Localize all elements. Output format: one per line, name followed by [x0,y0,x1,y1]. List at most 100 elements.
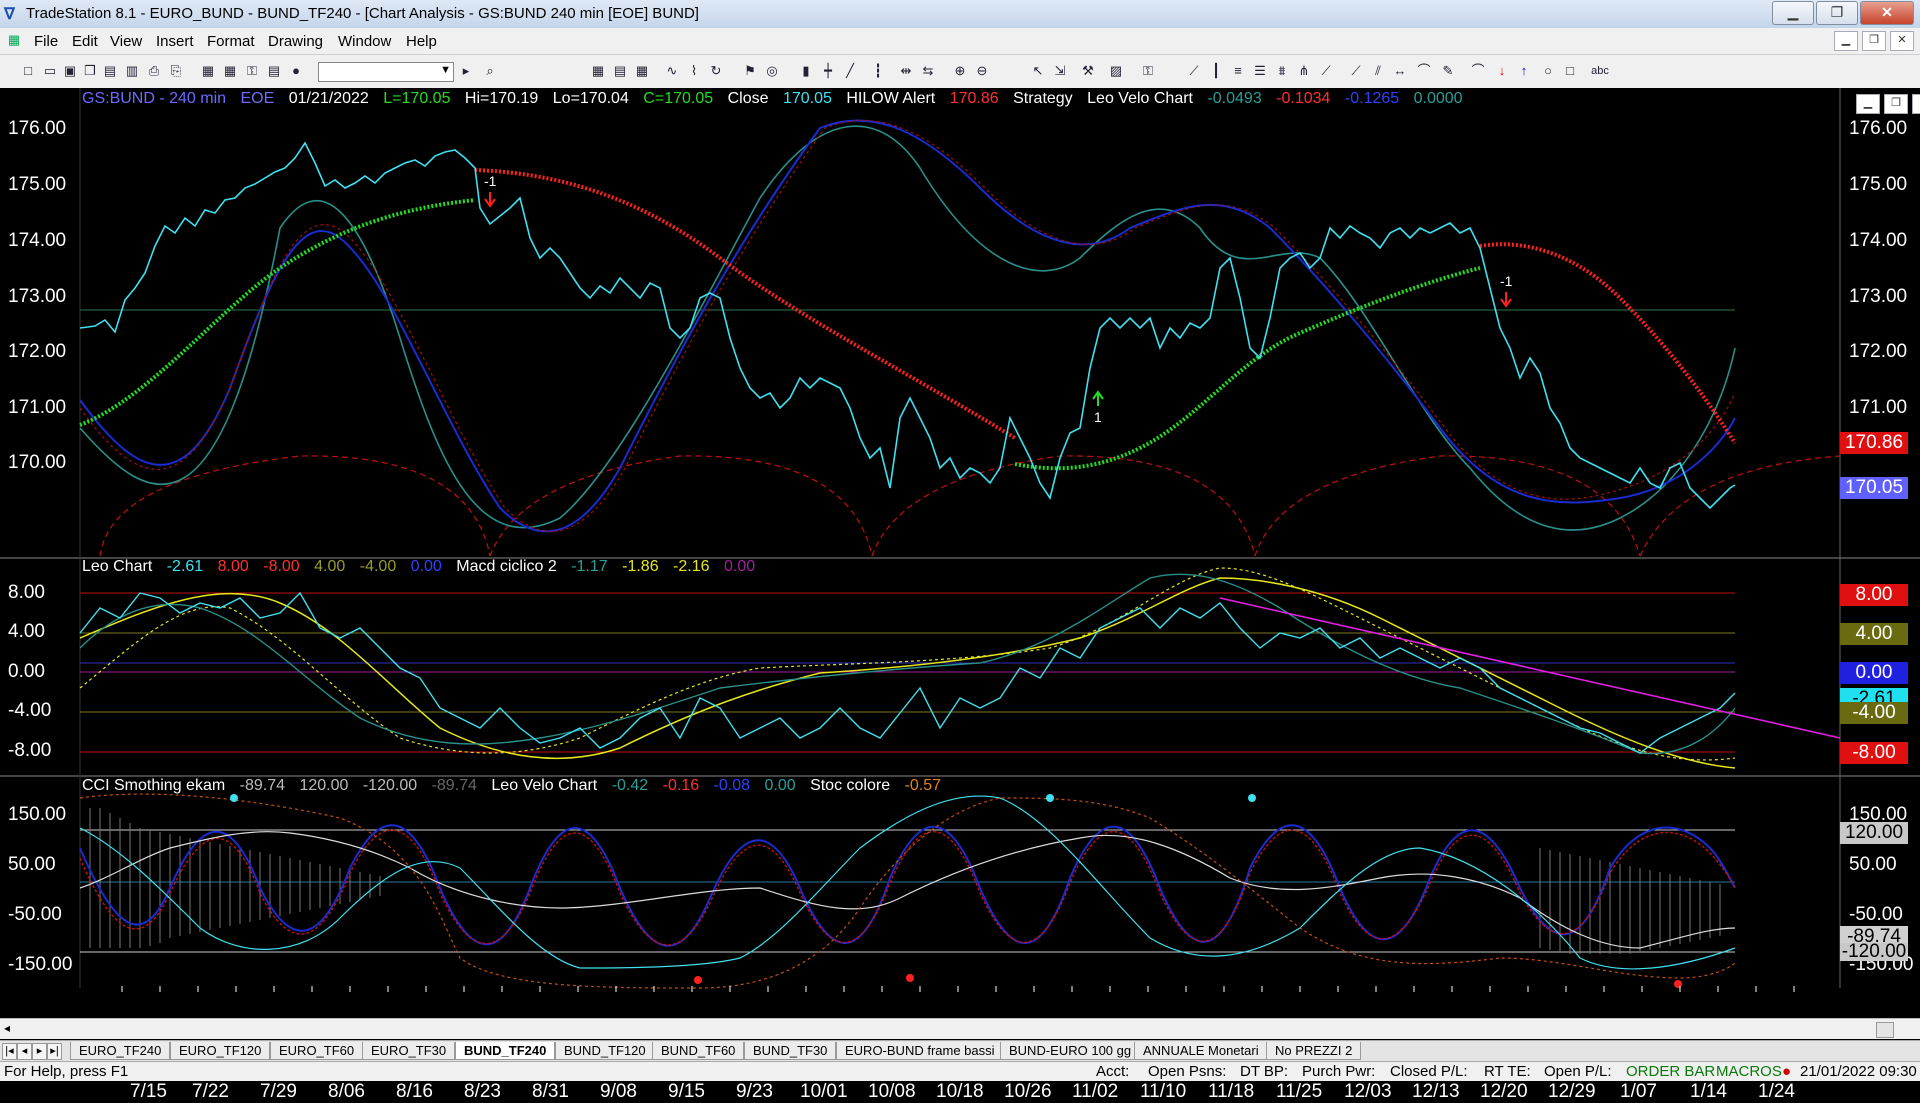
chart-restore-button[interactable]: ❐ [1884,94,1908,114]
pointer-icon[interactable]: ↖ [1030,63,1046,79]
menu-edit[interactable]: Edit [72,33,98,50]
menu-help[interactable]: Help [406,33,437,50]
bars-icon[interactable]: ┇ [870,63,886,79]
tab-euro-tf30[interactable]: EURO_TF30 [362,1042,456,1060]
copy-icon[interactable]: ❐ [82,63,98,79]
arrow-up-icon[interactable]: ↑ [1516,63,1532,79]
tab-euro-tf60[interactable]: EURO_TF60 [270,1042,364,1060]
vertical-lines-icon[interactable]: ┃ [1208,63,1224,79]
tab-no-prezzi-2[interactable]: No PREZZI 2 [1266,1042,1362,1060]
status-macros[interactable]: MACROS [1716,1063,1782,1080]
status-purch: Purch Pwr: [1302,1063,1376,1080]
chevron-down-icon[interactable]: ▼ [440,64,451,76]
menu-file[interactable]: File [34,33,58,50]
fibonacci-icon[interactable]: ⩩ [1274,63,1290,79]
chart-close-button[interactable]: ✕ [1912,94,1920,114]
rect-icon[interactable]: □ [1562,63,1578,79]
save-icon[interactable]: ▣ [62,63,78,79]
arrow-down-icon[interactable]: ↓ [1494,63,1510,79]
spread-icon[interactable]: ⇆ [920,63,936,79]
gann-icon[interactable]: ⟋ [1348,63,1364,79]
tab-bund-tf120[interactable]: BUND_TF120 [555,1042,655,1060]
mdi-restore-button[interactable]: ❐ [1862,31,1886,51]
menu-view[interactable]: View [110,33,142,50]
minimize-button[interactable]: ▁ [1772,1,1814,25]
open-icon[interactable]: ▭ [42,63,58,79]
paste-icon[interactable]: ▤ [102,63,118,79]
close-button[interactable]: ✕ [1860,1,1914,25]
menu-format[interactable]: Format [207,33,255,50]
tools-icon[interactable]: ⚒ [1080,63,1096,79]
scroll-thumb[interactable] [1876,1022,1894,1038]
status-order-bar[interactable]: ORDER BAR [1626,1063,1715,1080]
print-preview-icon[interactable]: ⎘ [168,63,184,79]
text-icon[interactable]: abc [1586,63,1614,79]
tab-bund-tf60[interactable]: BUND_TF60 [652,1042,745,1060]
chart-window[interactable]: -1 1 -1 GS:BUND - 240 min EOE 01/21/2022… [0,88,1920,1102]
tab-prev-icon[interactable]: ◂ [17,1043,32,1060]
table-icon[interactable]: ▤ [612,63,628,79]
data-window-icon[interactable]: ▨ [1108,63,1124,79]
parallel-icon[interactable]: ⫽ [1370,63,1386,79]
horizontal-scrollbar[interactable]: ◂ [0,1018,1920,1039]
chart-minimize-button[interactable]: ▁ [1856,94,1880,114]
new-icon[interactable]: □ [20,63,36,79]
channel-icon[interactable]: ☰ [1252,63,1268,79]
radar-icon[interactable]: ◎ [764,63,780,79]
tab-euro-tf120[interactable]: EURO_TF120 [170,1042,271,1060]
lock-chart-icon[interactable]: ⚿ [1140,63,1156,79]
grid-icon[interactable]: ▦ [634,63,650,79]
chart-icon[interactable]: ▤ [266,63,282,79]
session-label: EOE [240,90,275,107]
hilow-price-tag: 170.86 [1840,432,1908,454]
trendline-icon[interactable]: ⟋ [1186,63,1202,79]
tab-euro-bund-frame-bassi[interactable]: EURO-BUND frame bassi [836,1042,1004,1060]
folder-icon[interactable]: ▥ [124,63,140,79]
drag-icon[interactable]: ⇲ [1052,63,1068,79]
menu-drawing[interactable]: Drawing [268,33,323,50]
circle-icon[interactable]: ○ [1540,63,1556,79]
ohlc-icon[interactable]: ┿ [820,63,836,79]
pitchfork-icon[interactable]: ⋔ [1296,63,1312,79]
arc-icon[interactable]: ⌒ [1416,63,1432,79]
tab-euro-tf240[interactable]: EURO_TF240 [70,1042,171,1060]
wave-icon[interactable]: ∿ [664,63,680,79]
symbol-combobox[interactable]: ▼ [318,62,454,82]
tab-bund-tf30[interactable]: BUND_TF30 [744,1042,837,1060]
lock-icon[interactable]: ⚿ [244,63,260,79]
scroll-left-icon[interactable]: ◂ [4,1021,10,1035]
mdi-minimize-button[interactable]: ▁ [1834,31,1858,51]
pencil-icon[interactable]: ✎ [1440,63,1456,79]
maximize-button[interactable]: ❐ [1816,1,1858,25]
bar-chart-icon[interactable]: ▦ [590,63,606,79]
candle-icon[interactable]: ▮ [798,63,814,79]
line-chart-icon[interactable]: ╱ [842,63,858,79]
speedline-icon[interactable]: ⟋ [1318,63,1334,79]
tab-bund-euro-100gg[interactable]: BUND-EURO 100 gg [1000,1042,1141,1060]
tab-last-icon[interactable]: ▸| [47,1043,62,1060]
menu-window[interactable]: Window [338,33,391,50]
chart-svg[interactable]: -1 1 -1 [0,88,1920,1018]
play-icon[interactable]: ▸ [458,63,474,79]
tab-first-icon[interactable]: |◂ [2,1043,17,1060]
curve-icon[interactable]: ⌒ [1470,63,1486,79]
tile-icon[interactable]: ▦ [222,63,238,79]
zoom-out-icon[interactable]: ⊖ [974,63,990,79]
horizontal-lines-icon[interactable]: ≡ [1230,63,1246,79]
arrow-lr-icon[interactable]: ↔ [1392,63,1408,79]
tab-next-icon[interactable]: ▸ [32,1043,47,1060]
window-icon[interactable]: ▦ [200,63,216,79]
leo-velo-v1: -0.0493 [1207,90,1262,107]
strategy-icon[interactable]: ⚑ [742,63,758,79]
record-icon[interactable]: ● [288,63,304,79]
zoom-in-icon[interactable]: ⊕ [952,63,968,79]
zoom-bars-icon[interactable]: ⇹ [898,63,914,79]
refresh-icon[interactable]: ↻ [708,63,724,79]
search-icon[interactable]: ⌕ [482,63,498,79]
print-icon[interactable]: ⎙ [146,63,162,79]
tab-bund-tf240[interactable]: BUND_TF240 [455,1042,556,1060]
indicator-icon[interactable]: ⌇ [686,63,702,79]
menu-insert[interactable]: Insert [156,33,194,50]
tab-annuale-monetari[interactable]: ANNUALE Monetari [1134,1042,1268,1060]
mdi-close-button[interactable]: ✕ [1890,31,1914,51]
